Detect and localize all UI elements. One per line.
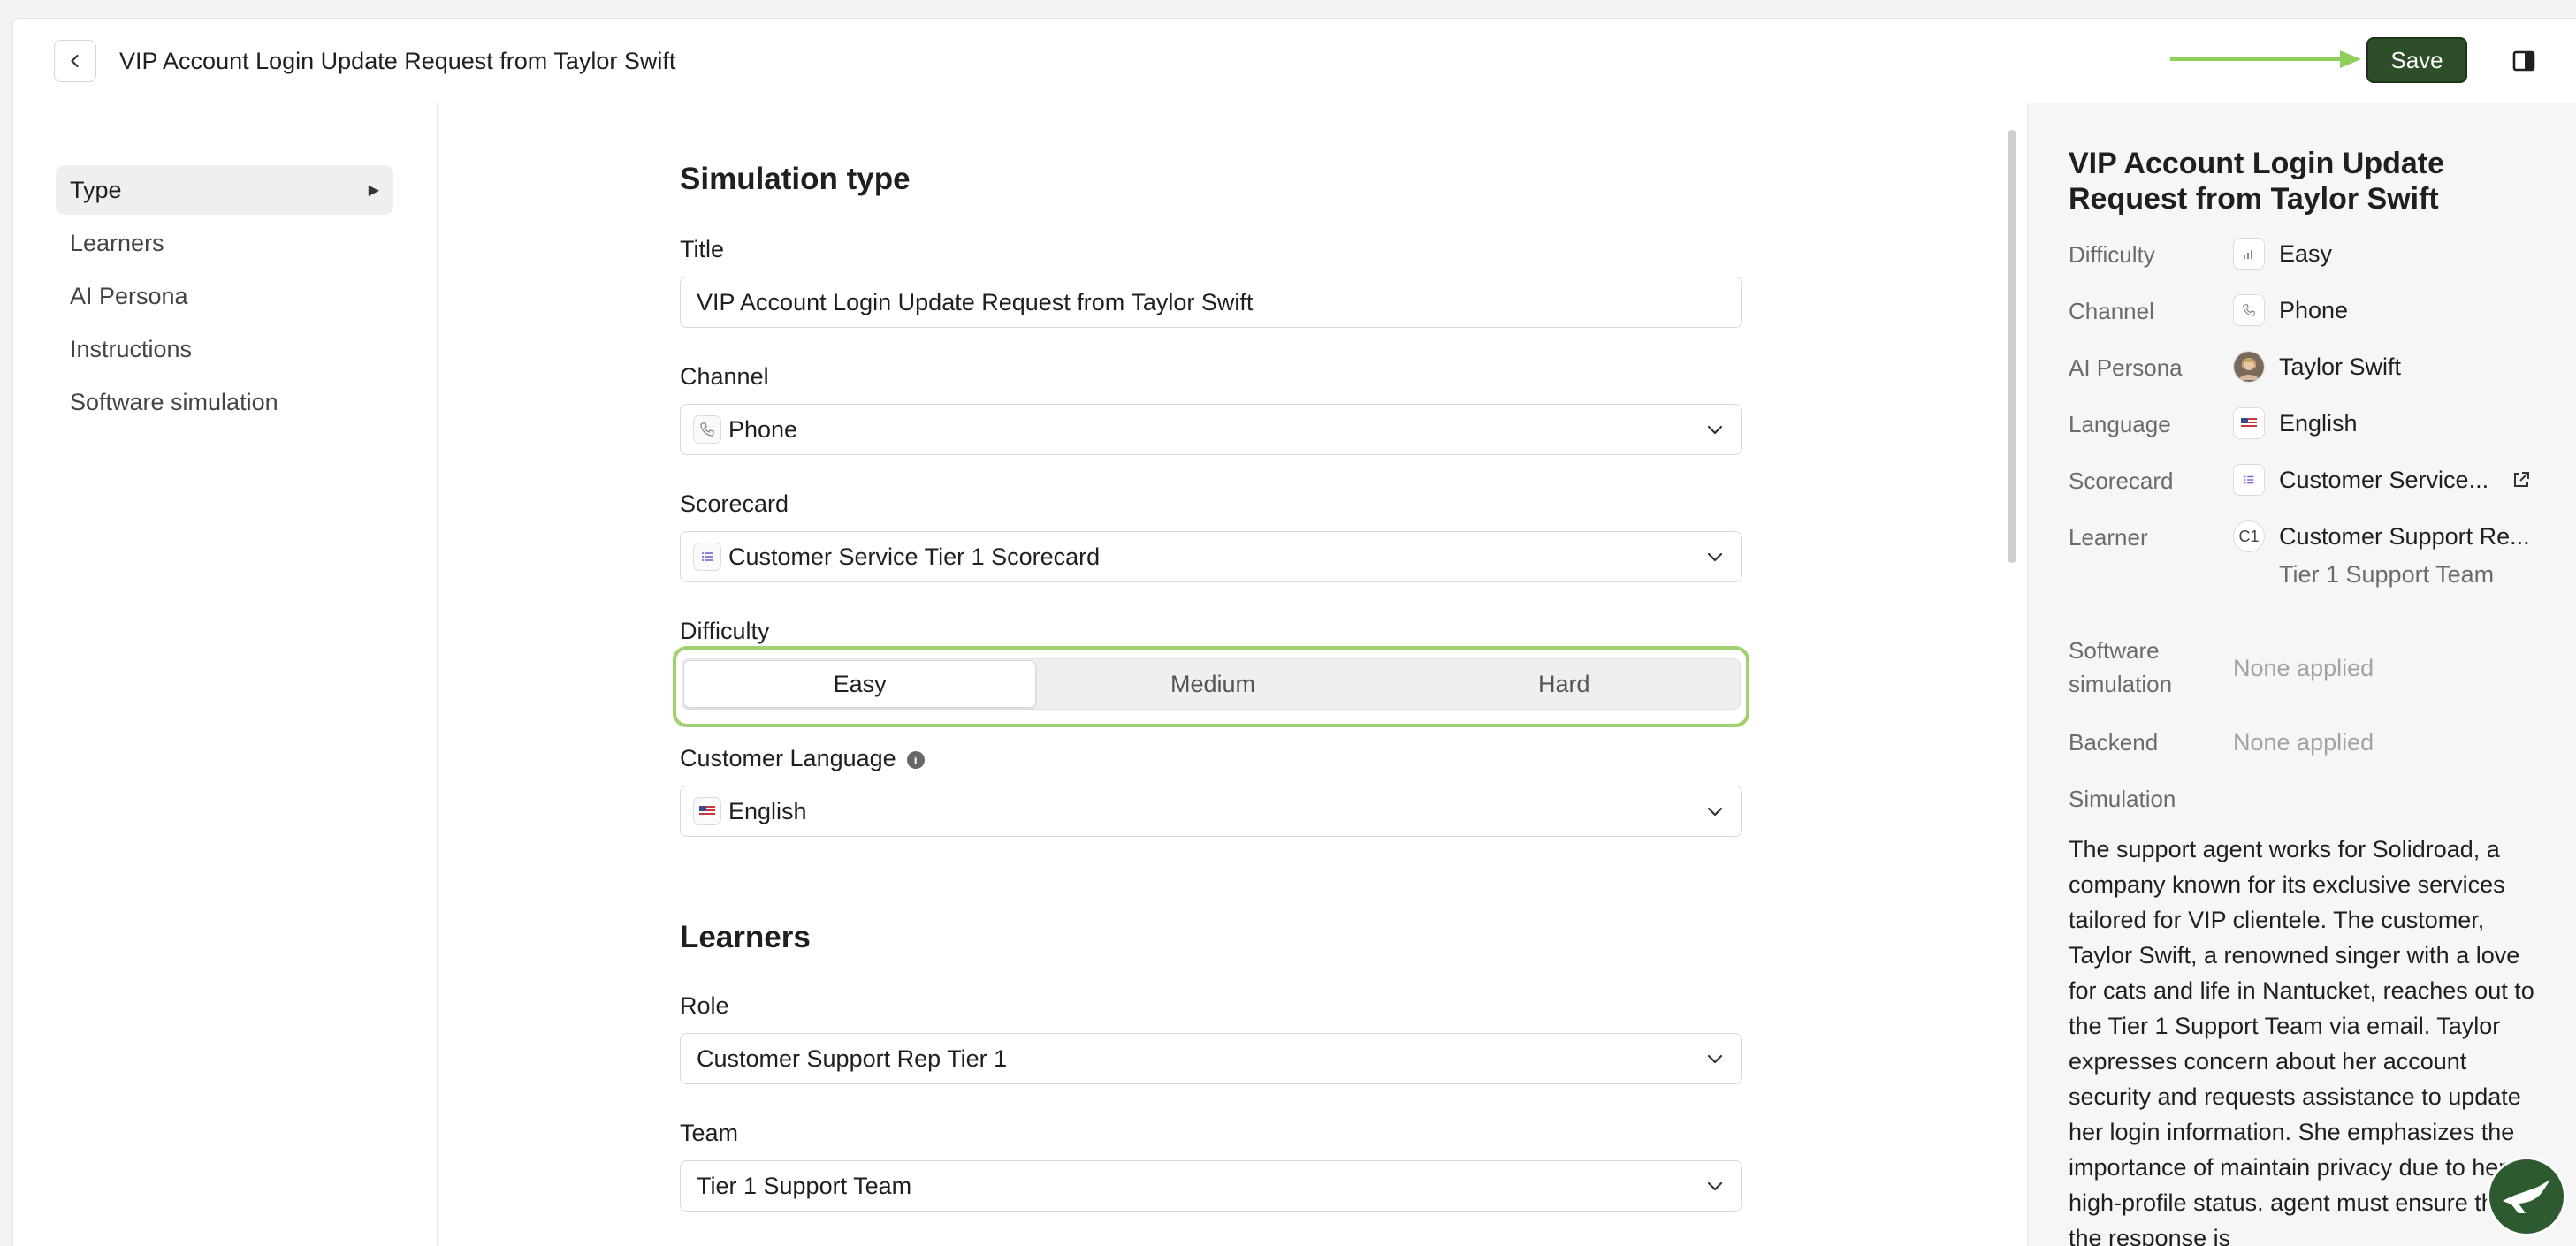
arrow-right-icon: [2170, 50, 2361, 68]
summary-language: English: [2233, 407, 2358, 439]
page-title: VIP Account Login Update Request from Ta…: [119, 48, 676, 74]
nav-item-type[interactable]: Type ▶: [56, 165, 393, 215]
team-select[interactable]: Tier 1 Support Team: [680, 1160, 1742, 1212]
summary-backend-label: Backend: [2069, 729, 2159, 756]
main-form: Simulation type Title VIP Account Login …: [438, 103, 2027, 1246]
scorecard-label: Scorecard: [680, 490, 789, 517]
nav-item-learners[interactable]: Learners: [56, 218, 393, 268]
sidebar-panel-icon: [2512, 50, 2535, 72]
chevron-down-icon: [1707, 807, 1723, 817]
chevron-down-icon: [1707, 1054, 1723, 1064]
role-select[interactable]: Customer Support Rep Tier 1: [680, 1033, 1742, 1084]
channel-select-value: Phone: [728, 415, 798, 443]
nav-item-software-simulation[interactable]: Software simulation: [56, 377, 393, 427]
nav-item-instructions[interactable]: Instructions: [56, 324, 393, 374]
difficulty-option-hard[interactable]: Hard: [1389, 659, 1740, 709]
summary-channel: Phone: [2233, 294, 2348, 326]
phone-icon: [2233, 294, 2265, 326]
difficulty-segmented-control: Easy Medium Hard: [682, 658, 1741, 710]
nav-item-label: Learners: [70, 229, 164, 256]
app-window: VIP Account Login Update Request from Ta…: [12, 18, 2576, 1246]
summary-language-value: English: [2279, 409, 2358, 437]
summary-scorecard-label: Scorecard: [2069, 467, 2174, 494]
team-select-value: Tier 1 Support Team: [697, 1172, 912, 1199]
checklist-icon: [693, 543, 721, 571]
summary-software-label-line1: Software: [2069, 637, 2160, 664]
us-flag-icon: [2233, 407, 2265, 439]
caret-right-icon: ▶: [368, 183, 379, 198]
role-select-value: Customer Support Rep Tier 1: [697, 1045, 1008, 1072]
summary-persona-value: Taylor Swift: [2279, 353, 2402, 380]
summary-channel-value: Phone: [2279, 296, 2349, 323]
difficulty-label: Difficulty: [680, 618, 770, 644]
nav-item-label: AI Persona: [70, 282, 188, 309]
team-label: Team: [680, 1120, 739, 1146]
title-label: Title: [680, 236, 725, 262]
summary-software-label: Software simulation: [2069, 634, 2172, 701]
summary-learner: C1 Customer Support Re...: [2233, 520, 2530, 552]
summary-panel: VIP Account Login Update Request from Ta…: [2027, 103, 2576, 1246]
channel-select[interactable]: Phone: [680, 404, 1742, 455]
signal-bars-icon: [2233, 238, 2265, 270]
scorecard-select[interactable]: Customer Service Tier 1 Scorecard: [680, 531, 1742, 582]
summary-learner-label: Learner: [2069, 524, 2148, 551]
summary-difficulty-value: Easy: [2279, 239, 2333, 267]
info-icon[interactable]: i: [906, 751, 925, 769]
summary-persona: Taylor Swift: [2233, 351, 2401, 383]
summary-persona-label: AI Persona: [2069, 354, 2183, 381]
main-scrollbar[interactable]: [2008, 130, 2016, 563]
phone-icon: [693, 415, 721, 444]
back-button[interactable]: [54, 40, 96, 82]
summary-learner-team: Tier 1 Support Team: [2279, 561, 2495, 588]
summary-backend-value: None applied: [2233, 729, 2374, 756]
external-link-icon[interactable]: [2511, 470, 2531, 490]
customer-language-label-text: Customer Language: [680, 745, 896, 771]
summary-language-label: Language: [2069, 411, 2171, 437]
nav-item-label: Software simulation: [70, 388, 278, 415]
nav-item-label: Instructions: [70, 335, 193, 362]
learner-badge: C1: [2233, 520, 2265, 552]
summary-scorecard: Customer Service...: [2233, 464, 2531, 496]
chevron-down-icon: [1707, 1181, 1723, 1191]
channel-label: Channel: [680, 363, 769, 390]
summary-software-label-line2: simulation: [2069, 671, 2173, 697]
difficulty-highlight: Easy Medium Hard: [673, 646, 1749, 727]
difficulty-option-easy[interactable]: Easy: [683, 660, 1037, 708]
save-button[interactable]: Save: [2366, 37, 2467, 83]
customer-language-value: English: [728, 797, 807, 824]
customer-language-label: Customer Language i: [680, 745, 925, 772]
bird-logo-icon: [2503, 1180, 2550, 1213]
help-chat-button[interactable]: [2487, 1157, 2566, 1236]
nav-item-label: Type: [70, 176, 122, 203]
difficulty-option-medium[interactable]: Medium: [1037, 659, 1388, 709]
role-label: Role: [680, 992, 729, 1019]
chevron-left-icon: [71, 54, 79, 68]
section-heading-simulation-type: Simulation type: [680, 162, 911, 196]
us-flag-icon: [693, 797, 721, 825]
chevron-down-icon: [1707, 425, 1723, 435]
summary-difficulty: Easy: [2233, 238, 2332, 270]
summary-difficulty-label: Difficulty: [2069, 241, 2155, 268]
section-nav: Type ▶ Learners AI Persona Instructions …: [13, 103, 438, 1246]
title-input-value: VIP Account Login Update Request from Ta…: [697, 288, 1254, 315]
checklist-icon: [2233, 464, 2265, 496]
summary-software-value: None applied: [2233, 655, 2374, 681]
nav-item-ai-persona[interactable]: AI Persona: [56, 271, 393, 321]
summary-scorecard-value: Customer Service...: [2279, 466, 2489, 493]
summary-learner-value: Customer Support Re...: [2279, 522, 2530, 550]
scorecard-select-value: Customer Service Tier 1 Scorecard: [728, 543, 1101, 570]
summary-simulation-label: Simulation: [2069, 786, 2176, 812]
title-input[interactable]: VIP Account Login Update Request from Ta…: [680, 277, 1742, 328]
summary-channel-label: Channel: [2069, 298, 2154, 324]
avatar: [2233, 351, 2265, 383]
top-bar: VIP Account Login Update Request from Ta…: [13, 19, 2576, 103]
summary-simulation-text: The support agent works for Solidroad, a…: [2069, 836, 2534, 1246]
section-heading-learners: Learners: [680, 920, 811, 954]
summary-title: VIP Account Login Update Request from Ta…: [2069, 147, 2445, 216]
customer-language-select[interactable]: English: [680, 786, 1742, 837]
toggle-panel-button[interactable]: [2508, 45, 2540, 77]
chevron-down-icon: [1707, 552, 1723, 562]
